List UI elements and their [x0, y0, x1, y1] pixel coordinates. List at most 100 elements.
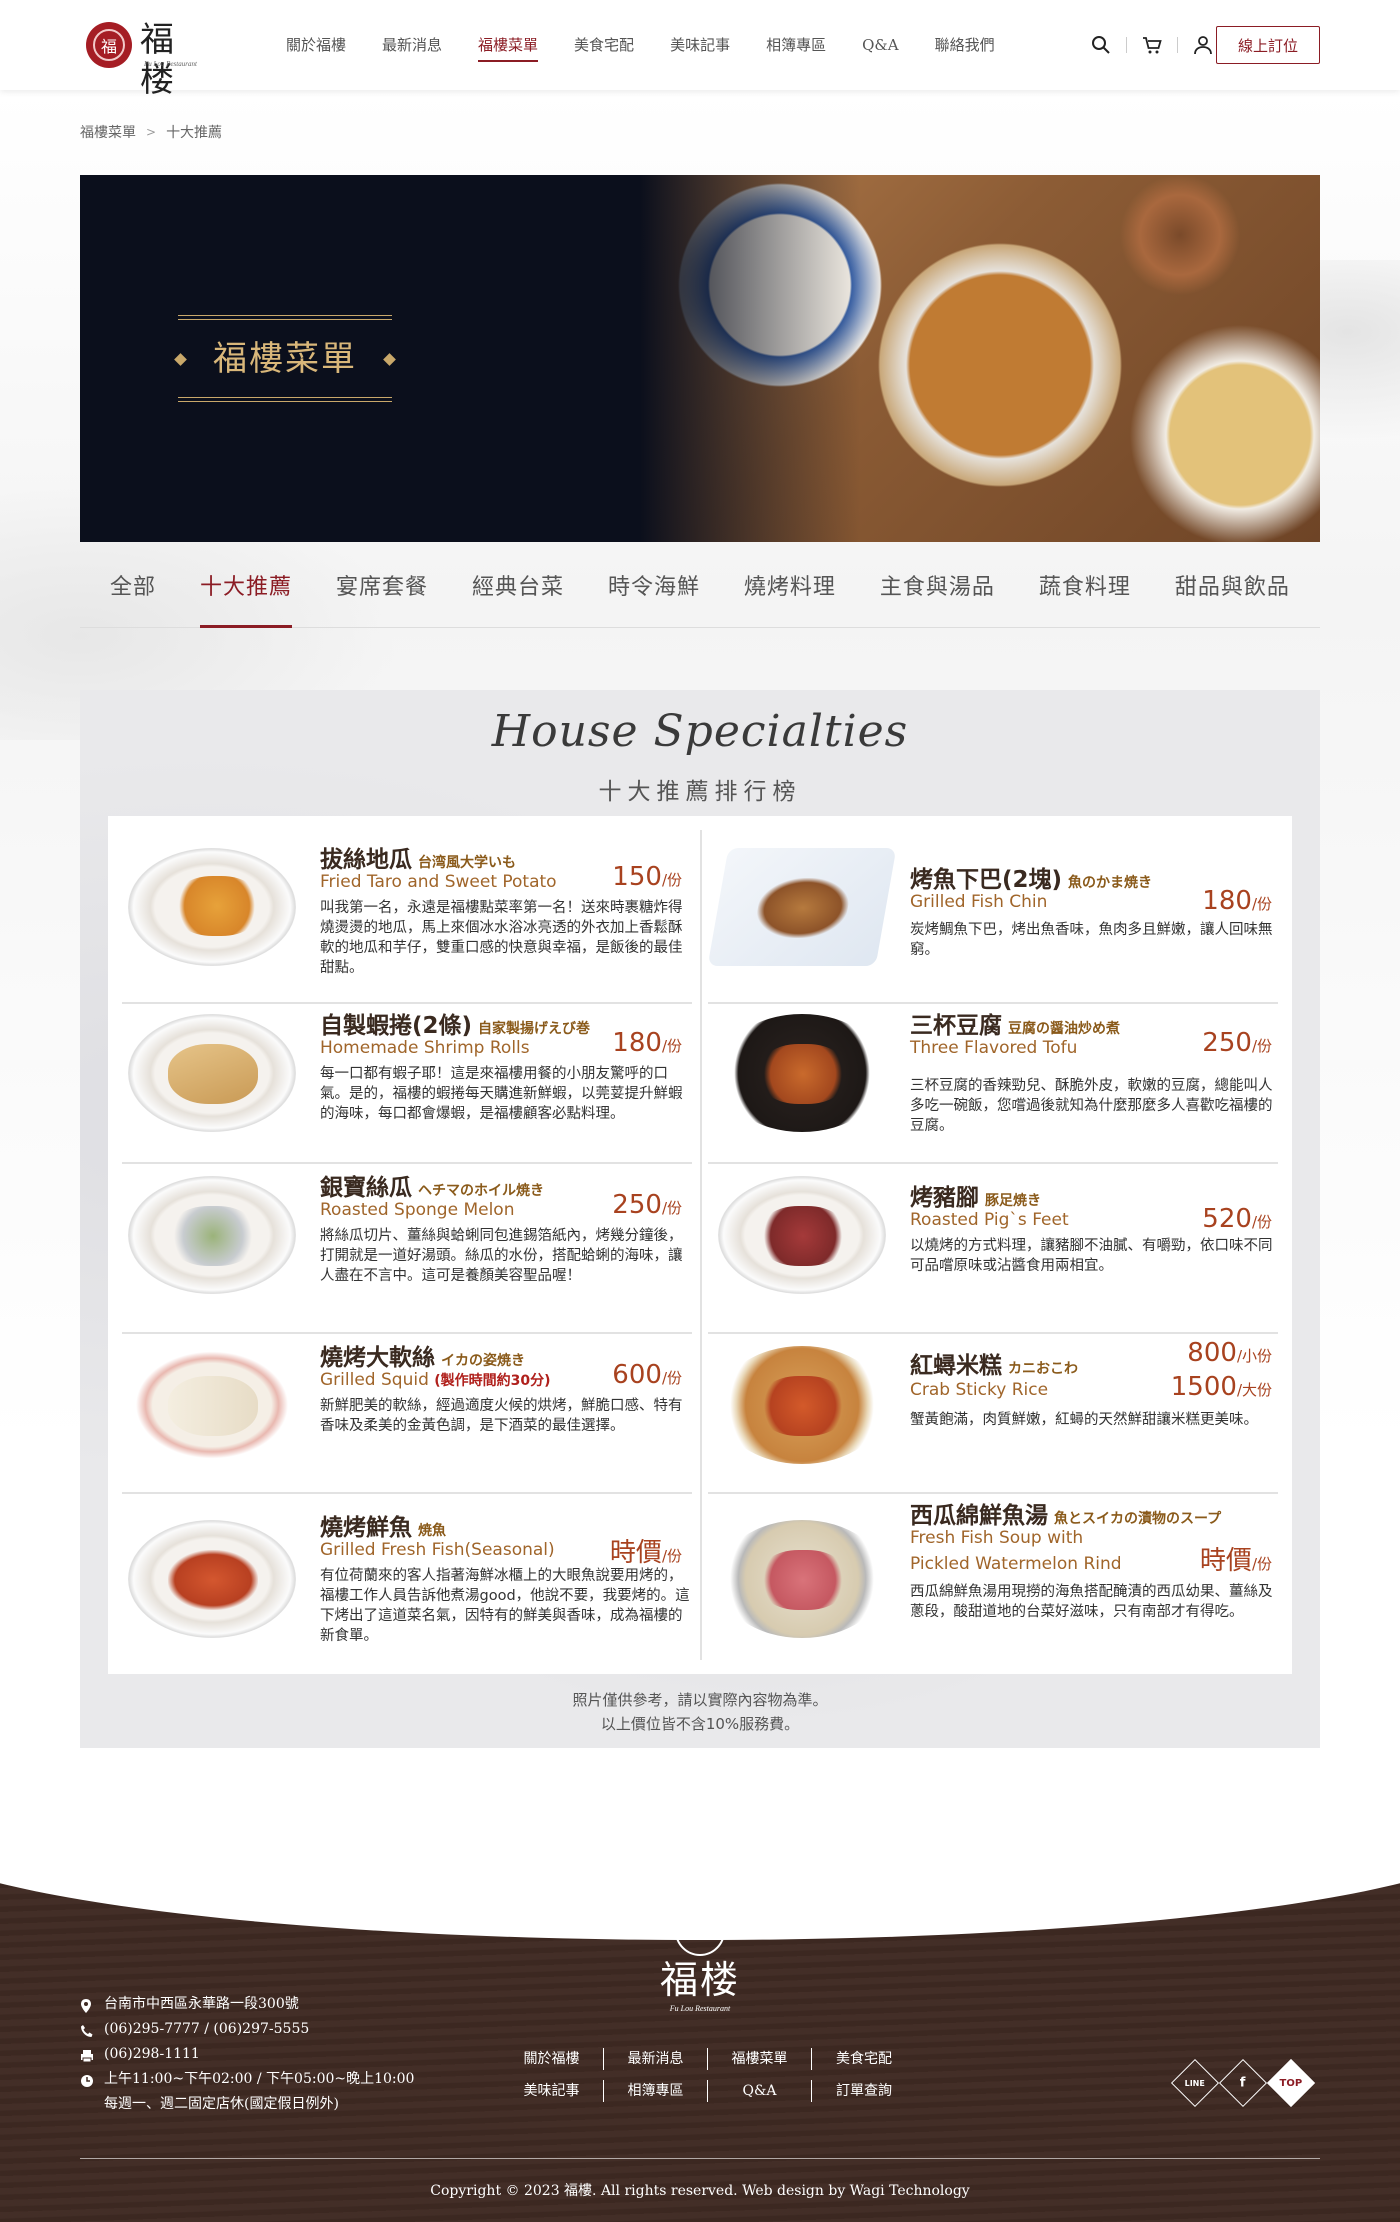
dish-item: 三杯豆腐 豆腐の醤油炒め煮 Three Flavored Tofu 250/份 三… — [702, 992, 1282, 1152]
dish-jp-name: 魚とスイカの漬物のスープ — [1054, 1511, 1222, 1527]
dish-name: 銀寶絲瓜 — [320, 1175, 412, 1201]
dish-item: 銀寶絲瓜 ヘチマのホイル焼き Roasted Sponge Melon 250/份… — [112, 1154, 692, 1314]
dish-item: 烤魚下巴(2塊) 魚のかま焼き Grilled Fish Chin 180/份 炭… — [702, 826, 1282, 986]
dish-description: 叫我第一名，永遠是福樓點菜率第一名！送來時裹糖炸得燒燙燙的地瓜，馬上來個冰水浴冰… — [320, 900, 683, 976]
footer-hours: 上午11:00~下午02:00 / 下午05:00~晚上10:00 — [104, 2071, 415, 2087]
nav-item-qa[interactable]: Q&A — [862, 34, 898, 56]
tab-dessert-drinks[interactable]: 甜品與飲品 — [1175, 548, 1290, 627]
dish-photo — [718, 1520, 886, 1638]
dish-en-name: Crab Sticky Rice — [910, 1380, 1049, 1400]
tab-vegetarian[interactable]: 蔬食料理 — [1039, 548, 1131, 627]
dish-name: 燒烤鮮魚 — [320, 1515, 412, 1541]
footer-link-menu[interactable]: 福樓菜單 — [708, 2048, 812, 2070]
chevron-right-icon: > — [146, 125, 157, 139]
nav-item-about[interactable]: 關於福樓 — [286, 34, 346, 56]
dish-price-large: 1500/大份 — [1170, 1372, 1272, 1402]
menu-category-tabs: 全部 十大推薦 宴席套餐 經典台菜 時令海鮮 燒烤料理 主食與湯品 蔬食料理 甜… — [80, 548, 1320, 628]
footer-link-news[interactable]: 最新消息 — [604, 2048, 708, 2070]
header-tools — [1090, 34, 1228, 56]
site-logo[interactable]: 福 福楼 Fu Lou Restaurant — [86, 20, 206, 100]
dish-name: 燒烤大軟絲 — [320, 1345, 435, 1371]
dish-price: 150/份 — [612, 862, 682, 892]
footer-link-order-query[interactable]: 訂單查詢 — [812, 2080, 916, 2102]
dish-description: 蟹黃飽滿，肉質鮮嫩，紅蟳的天然鮮甜讓米糕更美味。 — [910, 1412, 1258, 1428]
dish-description: 以燒烤的方式料理，讓豬腳不油膩、有嚼勁，依口味不同可品嚐原味或沾醬食用兩相宜。 — [910, 1238, 1273, 1274]
nav-item-delivery[interactable]: 美食宅配 — [574, 34, 634, 56]
tab-seafood[interactable]: 時令海鮮 — [608, 548, 700, 627]
dish-description: 三杯豆腐的香辣勁兒、酥脆外皮，軟嫩的豆腐，總能叫人多吃一碗飯，您嚐過後就知為什麼… — [910, 1078, 1273, 1134]
fax-icon — [80, 2047, 94, 2063]
nav-item-news[interactable]: 最新消息 — [382, 34, 442, 56]
footer-link-delivery[interactable]: 美食宅配 — [812, 2048, 916, 2070]
footer-phone[interactable]: (06)295-7777 / (06)297-5555 — [104, 2017, 309, 2042]
dish-name: 紅蟳米糕 — [910, 1353, 1002, 1379]
dish-en-name: Roasted Sponge Melon — [320, 1200, 515, 1220]
tab-grill[interactable]: 燒烤料理 — [744, 548, 836, 627]
dish-photo — [707, 848, 897, 966]
nav-item-menu[interactable]: 福樓菜單 — [478, 34, 539, 62]
user-icon[interactable] — [1192, 34, 1214, 56]
menu-note: 照片僅供參考，請以實際內容物為準。 以上價位皆不含10%服務費。 — [572, 1691, 828, 1733]
board-title: House Specialties — [491, 706, 909, 757]
dish-price: 時價/份 — [1199, 1546, 1272, 1576]
tab-all[interactable]: 全部 — [110, 548, 156, 627]
dish-description: 每一口都有蝦子耶！這是來福樓用餐的小朋友驚呼的口氣。是的，福樓的蝦捲每天購進新鮮… — [320, 1066, 683, 1122]
tab-classic[interactable]: 經典台菜 — [472, 548, 564, 627]
main-nav: 關於福樓 最新消息 福樓菜單 美食宅配 美味記事 相簿專區 Q&A 聯絡我們 — [286, 34, 1031, 62]
online-booking-button[interactable]: 線上訂位 — [1216, 26, 1320, 64]
footer-link-album[interactable]: 相簿專區 — [604, 2080, 708, 2102]
dish-description: 西瓜綿鮮魚湯用現撈的海魚搭配醃漬的西瓜幼果、薑絲及蔥段，酸甜道地的台菜好滋味，只… — [910, 1584, 1273, 1620]
dish-en-name: Grilled Fresh Fish(Seasonal) — [320, 1540, 555, 1560]
divider — [1177, 37, 1178, 53]
breadcrumb-current: 十大推薦 — [166, 125, 223, 141]
facebook-icon[interactable]: f — [1218, 2058, 1268, 2108]
dish-jp-name: 豚足焼き — [985, 1193, 1041, 1209]
tab-banquet[interactable]: 宴席套餐 — [336, 548, 428, 627]
footer-closed-days: 每週一、週二固定店休(國定假日例外) — [104, 2096, 339, 2112]
dish-name: 烤魚下巴(2塊) — [910, 867, 1063, 893]
dish-item: 燒烤鮮魚 焼魚 Grilled Fresh Fish(Seasonal) 時價/份… — [112, 1492, 692, 1668]
location-pin-icon — [80, 1997, 94, 2013]
dish-item: 拔絲地瓜 台湾風大学いも Fried Taro and Sweet Potato … — [112, 826, 692, 986]
footer-link-about[interactable]: 關於福樓 — [500, 2048, 604, 2070]
footer-contact: 台南市中西區永華路一段300號 (06)295-7777 / (06)297-5… — [80, 1992, 414, 2117]
dish-en-name: Grilled Fish Chin — [910, 892, 1048, 912]
breadcrumb-item[interactable]: 福樓菜單 — [80, 122, 136, 142]
footer-links: 關於福樓 最新消息 福樓菜單 美食宅配 美味記事 相簿專區 Q&A 訂單查詢 — [500, 2048, 916, 2102]
social-links: LINE f TOP — [1170, 2058, 1322, 2108]
dish-en-name: Pickled Watermelon Rind — [910, 1554, 1122, 1574]
cart-icon[interactable] — [1141, 34, 1163, 56]
nav-item-contact[interactable]: 聯絡我們 — [935, 34, 995, 56]
search-icon[interactable] — [1090, 34, 1112, 56]
back-to-top-button[interactable]: TOP — [1266, 2058, 1316, 2108]
dish-jp-name: カニおこわ — [1008, 1361, 1078, 1377]
dish-jp-name: 焼魚 — [418, 1523, 446, 1539]
nav-item-blog[interactable]: 美味記事 — [670, 34, 730, 56]
dish-price: 180/份 — [612, 1028, 682, 1058]
footer-address: 台南市中西區永華路一段300號 — [104, 1996, 299, 2012]
dish-photo — [128, 1346, 296, 1464]
line-icon[interactable]: LINE — [1170, 2058, 1220, 2108]
tab-top-ten[interactable]: 十大推薦 — [199, 548, 293, 628]
footer-logo[interactable]: ✿ 福楼 Fu Lou Restaurant — [650, 1906, 750, 2016]
dish-item: 西瓜綿鮮魚湯 魚とスイカの漬物のスープ Fresh Fish Soup with … — [702, 1492, 1282, 1668]
dish-name: 三杯豆腐 — [910, 1013, 1002, 1039]
dish-item: 烤豬腳 豚足焼き Roasted Pig`s Feet 520/份 以燒烤的方式料… — [702, 1154, 1282, 1314]
footer-link-blog[interactable]: 美味記事 — [500, 2080, 604, 2102]
menu-board-image: House Specialties 十大推薦排行榜 拔絲地瓜 台湾風大学いも Fr… — [80, 690, 1320, 1748]
breadcrumb: 福樓菜單 > 十大推薦 — [80, 122, 222, 142]
nav-item-album[interactable]: 相簿專區 — [766, 34, 826, 56]
dish-name: 烤豬腳 — [910, 1185, 979, 1211]
dish-jp-name: イカの姿焼き — [441, 1353, 525, 1369]
dish-jp-name: 豆腐の醤油炒め煮 — [1008, 1021, 1120, 1037]
tab-staples-soup[interactable]: 主食與湯品 — [880, 548, 995, 627]
footer-link-qa[interactable]: Q&A — [708, 2080, 812, 2102]
dish-price: 時價/份 — [609, 1538, 682, 1568]
dish-price: 600/份 — [612, 1360, 682, 1390]
dish-price: 180/份 — [1202, 886, 1272, 916]
footer-fax: (06)298-1111 — [104, 2046, 200, 2062]
dish-en-name: Fresh Fish Soup with — [910, 1528, 1084, 1548]
dish-name: 自製蝦捲(2條) — [320, 1013, 473, 1039]
dish-item: 燒烤大軟絲 イカの姿焼き Grilled Squid (製作時間約30分) 600… — [112, 1324, 692, 1484]
banner-title: 福樓菜單 — [213, 339, 357, 379]
